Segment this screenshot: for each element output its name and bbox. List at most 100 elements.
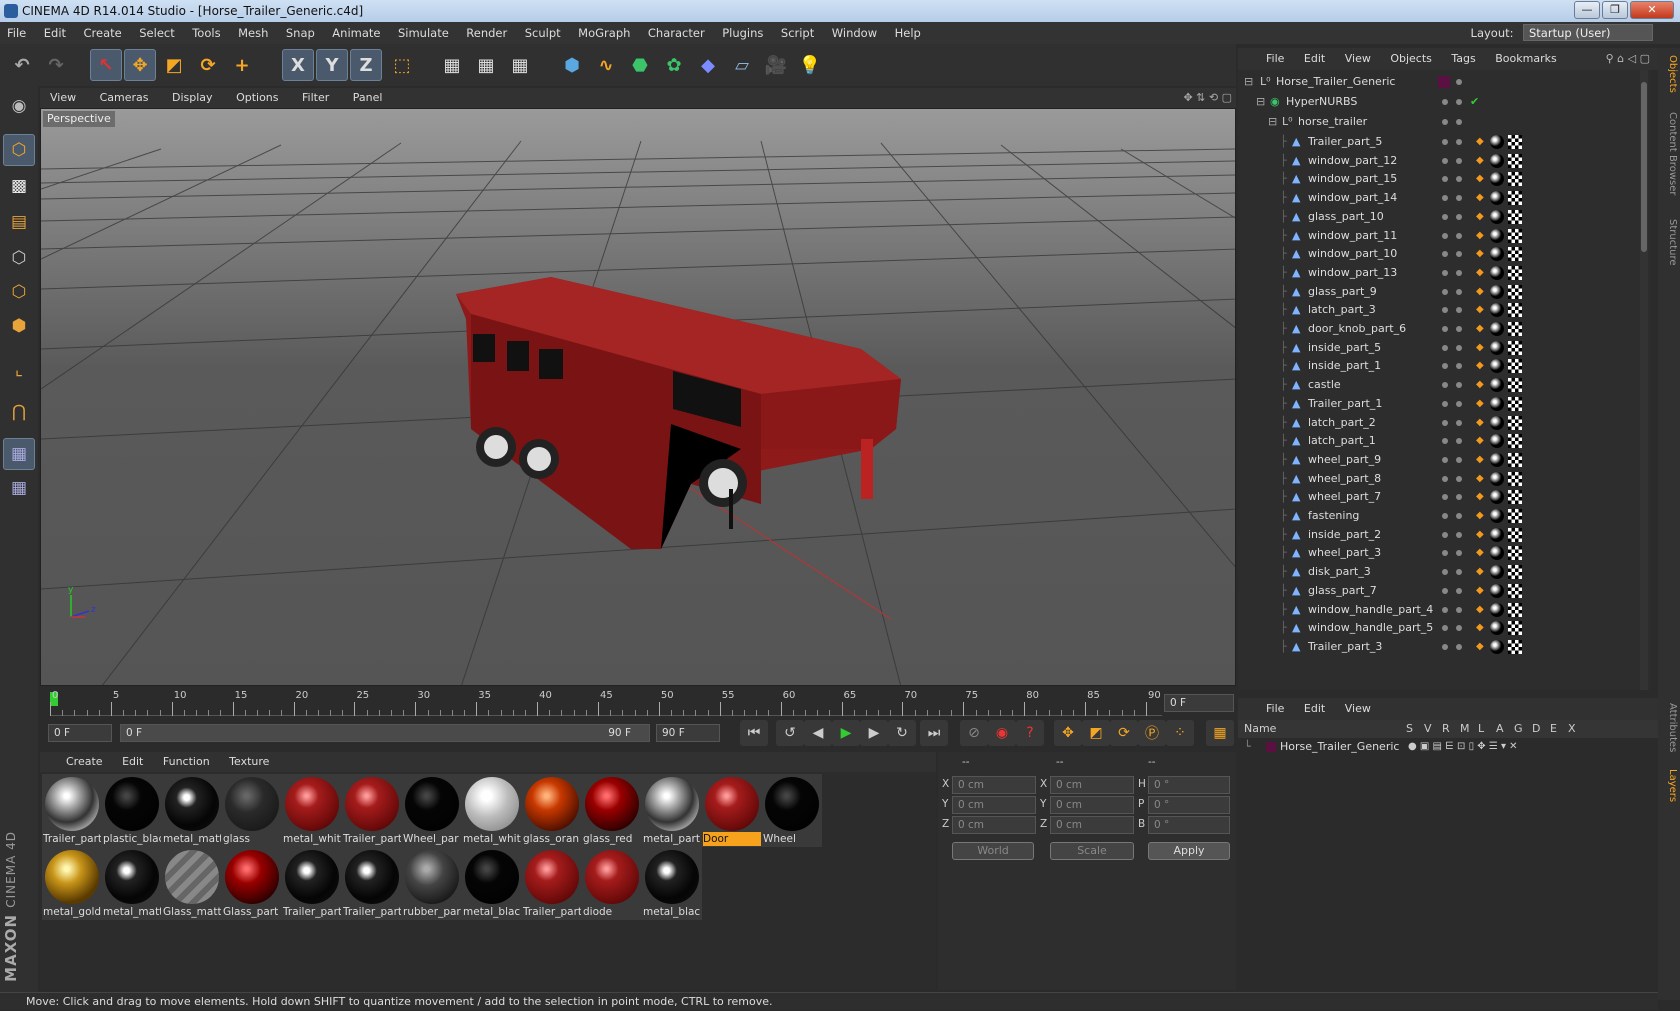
editor-visibility-dot[interactable] (1442, 587, 1448, 594)
material-tag-icon[interactable] (1490, 209, 1504, 224)
material-swatch[interactable]: Trailer_part (522, 847, 582, 920)
snap-magnet-icon[interactable]: ⋂ (3, 396, 35, 428)
record-keys-icon[interactable]: ⊘ (960, 720, 988, 746)
editor-visibility-dot[interactable] (1442, 269, 1448, 276)
object-row-child[interactable]: ├ ▲ wheel_part_8 ◆ (1238, 469, 1650, 489)
material-swatch[interactable]: glass_red (582, 774, 642, 847)
object-row-child[interactable]: ├ ▲ inside_part_1 ◆ (1238, 356, 1650, 376)
material-tag-icon[interactable] (1490, 247, 1504, 262)
editor-visibility-dot[interactable] (1442, 569, 1448, 576)
phong-tag-icon[interactable]: ◆ (1476, 286, 1486, 297)
viewport-menu-view[interactable]: View (50, 91, 76, 104)
mograph-cloner-icon[interactable]: ✿ (658, 49, 690, 81)
editor-visibility-dot[interactable] (1442, 157, 1448, 164)
keyframe-help-icon[interactable]: ? (1016, 720, 1044, 746)
menu-tools[interactable]: Tools (192, 26, 220, 40)
object-row-child[interactable]: ├ ▲ window_part_11 ◆ (1238, 226, 1650, 246)
maximize-button[interactable]: ❐ (1602, 1, 1628, 19)
object-row-child[interactable]: ├ ▲ door_knob_part_6 ◆ (1238, 319, 1650, 339)
uvw-tag-icon[interactable] (1508, 322, 1522, 336)
object-row-child[interactable]: ├ ▲ window_part_10 ◆ (1238, 244, 1650, 264)
frame-ruler[interactable]: 0 5 10 15 20 25 30 35 40 45 50 55 60 65 70 75 80 85 90 (50, 690, 1162, 716)
menu-render[interactable]: Render (466, 26, 507, 40)
menu-plugins[interactable]: Plugins (722, 26, 763, 40)
editor-visibility-dot[interactable] (1442, 307, 1448, 314)
render-picture-viewer-icon[interactable]: ▦ (470, 49, 502, 81)
frame-range-slider[interactable]: 0 F 90 F (120, 724, 650, 742)
material-tag-icon[interactable] (1490, 322, 1504, 336)
phong-tag-icon[interactable]: ◆ (1476, 548, 1486, 558)
render-settings-icon[interactable]: ▦ (504, 49, 536, 81)
phong-tag-icon[interactable]: ◆ (1476, 193, 1486, 203)
editor-visibility-dot[interactable] (1442, 119, 1448, 125)
menu-mesh[interactable]: Mesh (238, 26, 268, 40)
phong-tag-icon[interactable]: ◆ (1476, 249, 1486, 259)
material-tag-icon[interactable] (1490, 415, 1504, 430)
editor-visibility-dot[interactable] (1442, 625, 1448, 632)
start-frame-field[interactable]: 0 F (48, 724, 112, 742)
viewport-menu-cameras[interactable]: Cameras (100, 91, 149, 104)
render-visibility-dot[interactable] (1456, 79, 1462, 85)
material-tag-icon[interactable] (1490, 621, 1504, 636)
coordinate-space-dropdown[interactable]: World (952, 842, 1034, 860)
uvw-tag-icon[interactable] (1508, 602, 1522, 617)
uvw-tag-icon[interactable] (1508, 265, 1522, 280)
render-visibility-dot[interactable] (1456, 494, 1462, 501)
uvw-tag-icon[interactable] (1508, 135, 1522, 149)
render-visibility-dot[interactable] (1456, 119, 1462, 125)
workplane-lock-icon[interactable]: ▦ (3, 438, 35, 470)
render-view-icon[interactable]: ▦ (436, 49, 468, 81)
next-frame-icon[interactable]: ▶ (860, 720, 888, 746)
y-axis-lock-button[interactable]: Y (316, 49, 348, 81)
phong-tag-icon[interactable]: ◆ (1476, 529, 1486, 540)
cube-primitive-icon[interactable]: ⬢ (556, 49, 588, 81)
render-visibility-dot[interactable] (1456, 99, 1462, 105)
material-swatch[interactable]: rubber_par (402, 847, 462, 920)
phong-tag-icon[interactable]: ◆ (1476, 230, 1486, 241)
editor-visibility-dot[interactable] (1442, 213, 1448, 220)
material-tag-icon[interactable] (1490, 490, 1504, 505)
layers-menu-edit[interactable]: Edit (1304, 702, 1325, 715)
editor-visibility-dot[interactable] (1442, 232, 1448, 239)
editor-visibility-dot[interactable] (1442, 643, 1448, 650)
material-tag-icon[interactable] (1490, 452, 1504, 467)
uvw-tag-icon[interactable] (1508, 247, 1522, 262)
menu-window[interactable]: Window (832, 26, 877, 40)
next-keyframe-icon[interactable]: ↻ (888, 720, 916, 746)
object-row-child[interactable]: ├ ▲ window_part_15 ◆ (1238, 169, 1650, 189)
coordinate-system-icon[interactable]: ⬚ (386, 49, 418, 81)
menu-select[interactable]: Select (139, 26, 174, 40)
uvw-tag-icon[interactable] (1508, 621, 1522, 636)
render-visibility-dot[interactable] (1456, 326, 1462, 332)
render-visibility-dot[interactable] (1456, 643, 1462, 650)
objects-menu-objects[interactable]: Objects (1390, 52, 1432, 65)
render-visibility-dot[interactable] (1456, 400, 1462, 407)
tab-attributes[interactable]: Attributes (1660, 698, 1678, 758)
menu-animate[interactable]: Animate (332, 26, 380, 40)
editor-visibility-dot[interactable] (1442, 195, 1448, 202)
layers-menu-view[interactable]: View (1345, 702, 1371, 715)
objects-menu-edit[interactable]: Edit (1304, 52, 1325, 65)
light-icon[interactable]: 💡 (794, 49, 826, 81)
material-menu-function[interactable]: Function (163, 755, 210, 768)
uvw-tag-icon[interactable] (1508, 434, 1522, 449)
object-list-scrollbar[interactable] (1640, 70, 1648, 690)
uvw-tag-icon[interactable] (1508, 172, 1522, 187)
editor-visibility-dot[interactable] (1442, 419, 1448, 426)
uvw-tag-icon[interactable] (1508, 639, 1522, 654)
close-button[interactable]: ✕ (1630, 1, 1674, 19)
material-swatch[interactable]: Trailer_part (342, 847, 402, 920)
polygons-mode-icon[interactable]: ⬢ (3, 310, 35, 342)
object-row-child[interactable]: ├ ▲ wheel_part_3 ◆ (1238, 543, 1650, 563)
material-swatch[interactable]: metal_matt (102, 847, 162, 920)
menu-script[interactable]: Script (781, 26, 814, 40)
render-visibility-dot[interactable] (1456, 269, 1462, 276)
object-row-child[interactable]: ├ ▲ glass_part_7 ◆ (1238, 581, 1650, 601)
viewport-nav-icons[interactable]: ✥ ⇅ ⟲ ▢ (1183, 88, 1232, 108)
uvw-tag-icon[interactable] (1508, 359, 1522, 374)
editor-visibility-dot[interactable] (1442, 326, 1448, 332)
previous-keyframe-icon[interactable]: ↺ (776, 720, 804, 746)
material-tag-icon[interactable] (1490, 565, 1504, 580)
material-swatch[interactable]: metal_whit (462, 774, 522, 847)
object-row-child[interactable]: ├ ▲ inside_part_2 ◆ (1238, 525, 1650, 545)
